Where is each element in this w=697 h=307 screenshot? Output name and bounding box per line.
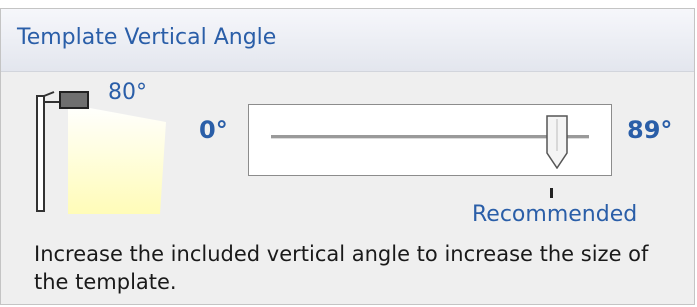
slider-max-label: 89° — [627, 116, 673, 144]
slider-track[interactable] — [271, 135, 589, 139]
description-text: Increase the included vertical angle to … — [34, 242, 649, 294]
light-pole-icon — [36, 91, 166, 214]
panel-header: Template Vertical Angle — [1, 9, 694, 72]
current-angle-label: 80° — [108, 80, 147, 105]
angle-slider[interactable] — [248, 104, 612, 176]
pole — [36, 95, 45, 212]
recommended-label: Recommended — [472, 202, 638, 227]
recommended-tick — [550, 188, 553, 198]
slider-thumb[interactable] — [544, 115, 570, 169]
light-beam — [68, 104, 166, 214]
fixture — [59, 91, 89, 109]
panel-title: Template Vertical Angle — [17, 25, 277, 50]
slider-min-label: 0° — [199, 116, 228, 144]
